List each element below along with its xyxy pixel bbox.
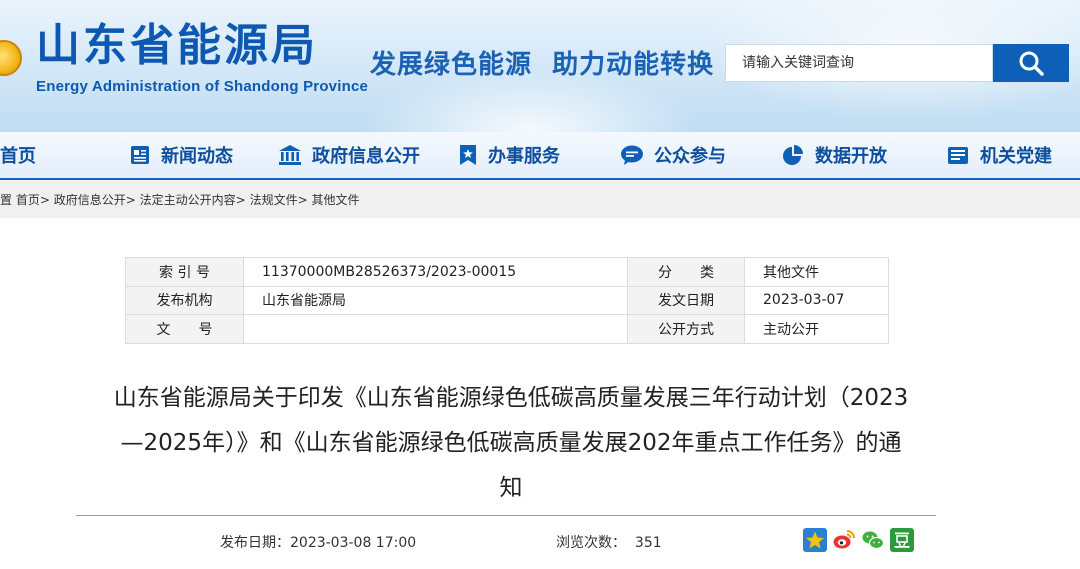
mode-label: 公开方式 xyxy=(627,314,745,344)
main-nav: 首页 新闻动态 政府信息公开 办事服务 公众参与 数据开放 机关党建 xyxy=(0,132,1080,180)
article-title-line: 知 xyxy=(499,475,523,501)
agency-value: 山东省能源局 xyxy=(243,285,628,315)
publish-date: 发布日期：2023-03-08 17:00 xyxy=(220,532,416,552)
docno-value xyxy=(243,314,628,344)
nav-item-open-data[interactable]: 数据开放 xyxy=(781,132,887,178)
title-divider xyxy=(76,515,936,516)
government-icon xyxy=(279,145,301,165)
publish-date-value: 2023-03-08 17:00 xyxy=(290,535,417,551)
date-label: 发文日期 xyxy=(627,285,745,315)
breadcrumb-prefix: 置 xyxy=(0,193,13,207)
nav-item-label: 政府信息公开 xyxy=(312,146,420,167)
nav-item-label: 新闻动态 xyxy=(161,146,233,167)
category-value: 其他文件 xyxy=(744,257,889,287)
breadcrumb-separator: > xyxy=(297,193,308,207)
breadcrumb-separator: > xyxy=(235,193,246,207)
nav-item-label: 公众参与 xyxy=(654,146,726,167)
douban-icon xyxy=(894,532,910,548)
chat-icon xyxy=(621,145,643,165)
category-label: 分 类 xyxy=(627,257,745,287)
site-title[interactable]: 山东省能源局 xyxy=(36,24,318,68)
breadcrumb-item-other[interactable]: 其他文件 xyxy=(311,193,359,207)
wechat-icon xyxy=(862,531,885,550)
site-header: 山东省能源局 Energy Administration of Shandong… xyxy=(0,0,1080,132)
search-input[interactable] xyxy=(725,44,993,82)
nav-item-label: 机关党建 xyxy=(980,146,1052,167)
nav-item-home[interactable]: 首页 xyxy=(0,132,36,178)
nav-item-news[interactable]: 新闻动态 xyxy=(129,132,233,178)
nav-item-gov-info[interactable]: 政府信息公开 xyxy=(278,132,420,178)
newspaper-icon xyxy=(131,146,149,164)
table-row: 索 引 号 11370000MB28526373/2023-00015 分 类 … xyxy=(125,257,889,287)
nav-item-services[interactable]: 办事服务 xyxy=(458,132,560,178)
search-box xyxy=(725,44,1069,82)
date-value: 2023-03-07 xyxy=(744,285,889,315)
view-count-value: 351 xyxy=(634,535,662,551)
table-row: 发布机构 山东省能源局 发文日期 2023-03-07 xyxy=(125,285,889,315)
qzone-icon xyxy=(806,531,824,549)
weibo-icon xyxy=(833,530,855,549)
view-count-label: 浏览次数： xyxy=(556,535,626,551)
table-row: 文 号 公开方式 主动公开 xyxy=(125,314,889,344)
share-douban-button[interactable] xyxy=(890,528,914,552)
nav-item-label: 数据开放 xyxy=(815,146,887,167)
breadcrumb-item-regulations[interactable]: 法规文件 xyxy=(250,193,298,207)
breadcrumb-separator: > xyxy=(125,193,136,207)
agency-label: 发布机构 xyxy=(125,285,244,315)
breadcrumb-item-statutory[interactable]: 法定主动公开内容 xyxy=(140,193,236,207)
view-count: 浏览次数： 351 xyxy=(556,532,662,552)
document-meta-table: 索 引 号 11370000MB28526373/2023-00015 分 类 … xyxy=(125,257,889,344)
emblem-icon xyxy=(0,40,22,76)
docno-label: 文 号 xyxy=(125,314,244,344)
index-value: 11370000MB28526373/2023-00015 xyxy=(243,257,628,287)
breadcrumb: 置 首页> 政府信息公开> 法定主动公开内容> 法规文件> 其他文件 xyxy=(0,191,359,208)
search-icon xyxy=(1019,51,1044,76)
breadcrumb-item-gov-info[interactable]: 政府信息公开 xyxy=(54,193,126,207)
bookmark-icon xyxy=(460,145,476,165)
site-slogan: 发展绿色能源 助力动能转换 xyxy=(370,50,715,80)
site-subtitle: Energy Administration of Shandong Provin… xyxy=(36,78,369,95)
article-title-line: —2025年）》和《山东省能源绿色低碳高质量发展202年重点工作任务》的通 xyxy=(120,430,902,456)
nav-item-label: 办事服务 xyxy=(488,146,560,167)
search-button[interactable] xyxy=(993,44,1069,82)
share-weibo-button[interactable] xyxy=(832,528,856,552)
breadcrumb-bar: 置 首页> 政府信息公开> 法定主动公开内容> 法规文件> 其他文件 xyxy=(0,180,1080,218)
nav-item-label: 首页 xyxy=(0,146,36,167)
publish-date-label: 发布日期： xyxy=(220,535,290,551)
nav-item-party[interactable]: 机关党建 xyxy=(946,132,1052,178)
nav-item-participation[interactable]: 公众参与 xyxy=(620,132,726,178)
breadcrumb-separator: > xyxy=(39,193,50,207)
index-label: 索 引 号 xyxy=(125,257,244,287)
article-title: 山东省能源局关于印发《山东省能源绿色低碳高质量发展三年行动计划（2023 —20… xyxy=(96,376,926,511)
share-wechat-button[interactable] xyxy=(861,528,885,552)
breadcrumb-item-home[interactable]: 首页 xyxy=(16,193,40,207)
mode-value: 主动公开 xyxy=(744,314,889,344)
pie-chart-icon xyxy=(783,145,803,165)
party-icon xyxy=(948,147,968,164)
share-qzone-button[interactable] xyxy=(803,528,827,552)
article-title-line: 山东省能源局关于印发《山东省能源绿色低碳高质量发展三年行动计划（2023 xyxy=(113,385,909,411)
